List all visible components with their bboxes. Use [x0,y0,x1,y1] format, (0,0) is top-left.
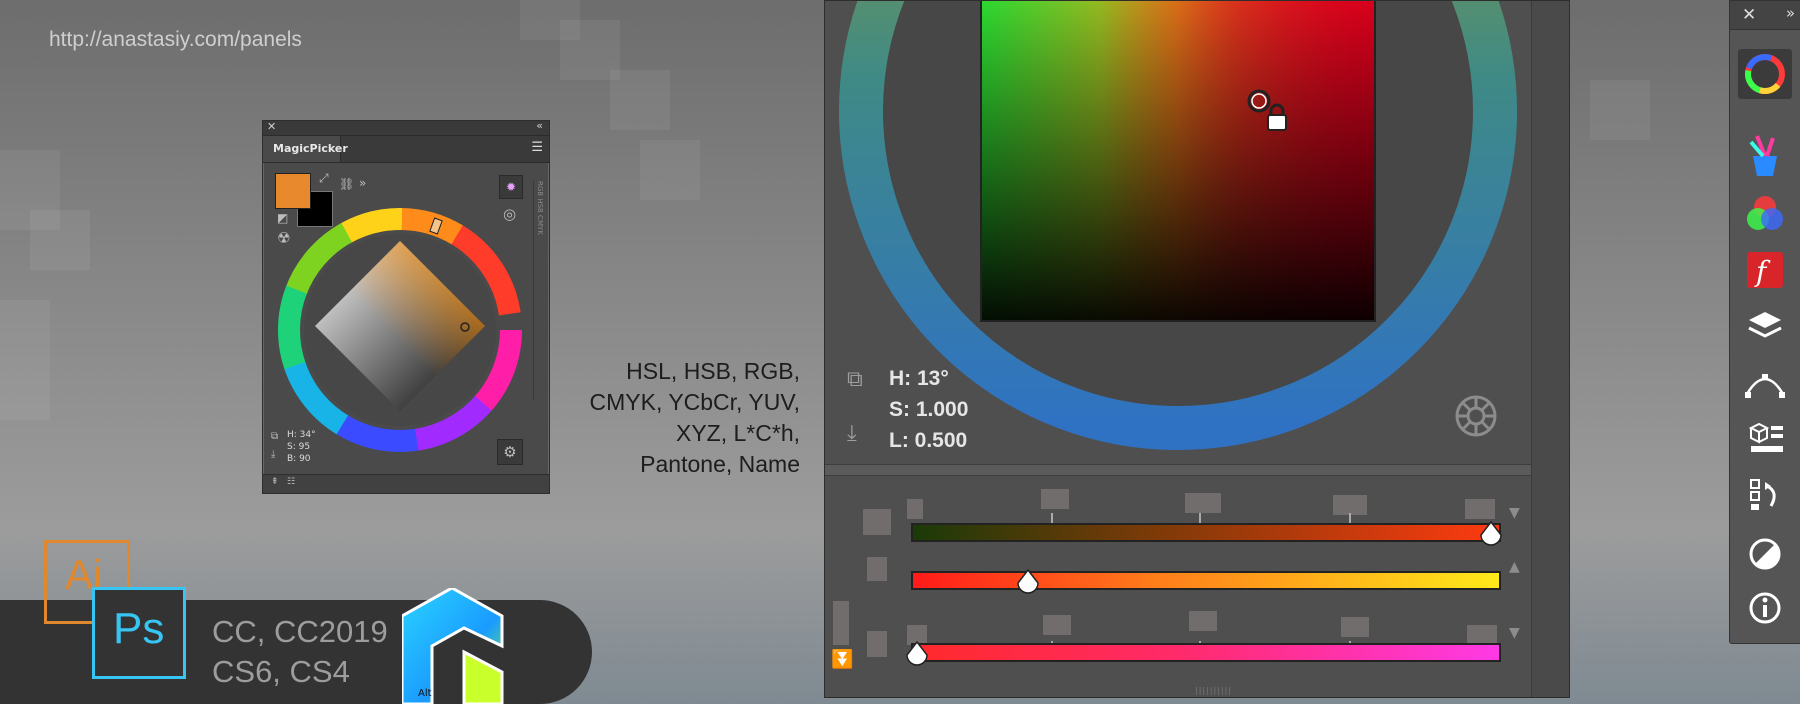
menu-icon[interactable]: ☰ [531,140,543,155]
tick-marker [1043,615,1071,635]
mini-readout: H: 34° S: 95 B: 90 [287,429,316,465]
tick-marker [1341,617,1369,637]
tab-magicpicker[interactable]: MagicPicker [263,136,348,162]
bg-square [30,210,90,270]
logo-badge: Alt [418,688,432,699]
magicpicker-large-panel: ⧉ ⤓ H: 13° S: 1.000 L: 0.500 ▼ ▲ ▼ ⏬ |||… [824,0,1570,698]
tick-marker [1467,625,1497,645]
resize-grip[interactable]: |||||||||| [1195,686,1232,695]
brush-cup-icon[interactable] [1738,131,1792,181]
product-logo: Alt [402,588,504,704]
magicpicker-mini-panel: ✕ « MagicPicker ☰ ⤢ ⛓ » ◩ ☢ ✹ ◎ H: 34° S… [262,119,550,494]
mini-b-value: B: 90 [287,454,311,464]
tick-marker [1465,499,1495,519]
tick-marker [907,499,923,519]
slider-track-2[interactable] [911,571,1501,590]
info-icon[interactable] [1738,583,1792,633]
slider-tick [1051,513,1053,523]
large-s-value: S: 1.000 [889,398,969,421]
slider-tick [1349,513,1351,523]
mini-vertical-tabs[interactable]: RGB HSB CMYK [533,181,544,401]
tick-marker [1189,611,1217,631]
expand-icon[interactable]: ⇞ [271,477,279,487]
collapse-icon[interactable]: « [536,119,543,132]
version-line: CS6, CS4 [212,654,350,689]
color-models-line: XYZ, L*C*h, [676,420,800,446]
channel-marker [867,557,887,581]
bg-square [1590,80,1650,140]
panel-scroll-strip[interactable] [1531,1,1569,697]
channel-marker [863,509,891,535]
tick-marker [1185,493,1221,513]
side-marker [833,601,849,645]
script-icon[interactable]: f [1738,245,1792,295]
tick-marker [1333,495,1367,515]
arrow-up-icon[interactable]: ▲ [1509,559,1520,575]
slider-thumb-1[interactable] [1479,520,1503,549]
copy-icon[interactable]: ⧉ [847,367,863,392]
slider-tick [1199,513,1201,523]
close-icon[interactable]: ✕ [1742,5,1756,25]
bg-square [0,300,50,420]
foreground-swatch[interactable] [275,173,311,209]
lock-icon[interactable] [1265,103,1289,133]
url-text: http://anastasiy.com/panels [49,28,302,51]
color-models-line: CMYK, YCbCr, YUV, [589,389,801,415]
forward-icon[interactable]: » [359,176,366,190]
arrow-down-icon[interactable]: ▼ [1509,505,1520,521]
collapse-icon[interactable]: ⏬ [831,649,853,670]
color-wheel-icon[interactable] [1738,49,1792,99]
sun-icon[interactable]: ✹ [499,175,523,199]
color-models-line: Pantone, Name [640,451,800,477]
large-h-value: H: 13° [889,367,949,390]
slider-thumb-3[interactable] [905,640,929,669]
sliders-icon[interactable]: ☷ [287,477,295,487]
mini-h-value: H: 34° [287,430,316,440]
slider-thumb-2[interactable] [1016,568,1040,597]
layers-icon[interactable] [1738,301,1792,351]
channel-marker [867,631,887,657]
tool-panel: ✕ » f [1729,0,1800,644]
versions-text: CC, CC2019 CS6, CS4 [212,612,388,692]
tick-marker [1041,489,1069,509]
link-icon[interactable]: ⛓ [339,177,354,191]
3d-cube-icon[interactable] [1738,413,1792,463]
expand-icon[interactable]: » [1786,4,1795,22]
mini-bottom-bar: ⇞ ☷ [263,474,549,493]
panel-divider[interactable] [825,464,1569,476]
swap-icon[interactable]: ⤢ [319,171,329,186]
copy-icon[interactable]: ⧉ [271,431,278,442]
large-readout: H: 13° S: 1.000 L: 0.500 [889,363,968,456]
toolbar-titlebar: ✕ » [1730,1,1800,30]
slider-track-3[interactable] [911,643,1501,662]
bg-square [640,140,700,200]
mini-color-wheel[interactable] [275,205,525,455]
mini-tabbar: MagicPicker ☰ [263,136,549,163]
sample-icon[interactable]: ⤓ [847,421,857,446]
version-line: CC, CC2019 [212,614,388,649]
bg-square [610,70,670,130]
slider-track-1[interactable] [911,523,1501,542]
mini-titlebar: ✕ « [263,119,549,136]
color-models-list: HSL, HSB, RGB, CMYK, YCbCr, YUV, XYZ, L*… [590,356,801,480]
contrast-icon[interactable] [1738,529,1792,579]
close-icon[interactable]: ✕ [267,120,276,133]
mini-s-value: S: 95 [287,442,311,452]
history-icon[interactable] [1738,469,1792,519]
settings-wheel-icon[interactable] [1453,393,1499,439]
rgb-circles-icon[interactable] [1738,189,1792,239]
photoshop-logo: Ps [92,587,186,679]
settings-wheel-icon[interactable]: ⚙ [497,439,523,465]
large-l-value: L: 0.500 [889,429,968,452]
arrow-down-icon[interactable]: ▼ [1509,625,1520,641]
sample-icon[interactable]: ⤓ [271,449,275,460]
color-models-line: HSL, HSB, RGB, [626,358,800,384]
bg-square [520,0,580,40]
pen-path-icon[interactable] [1738,357,1792,407]
